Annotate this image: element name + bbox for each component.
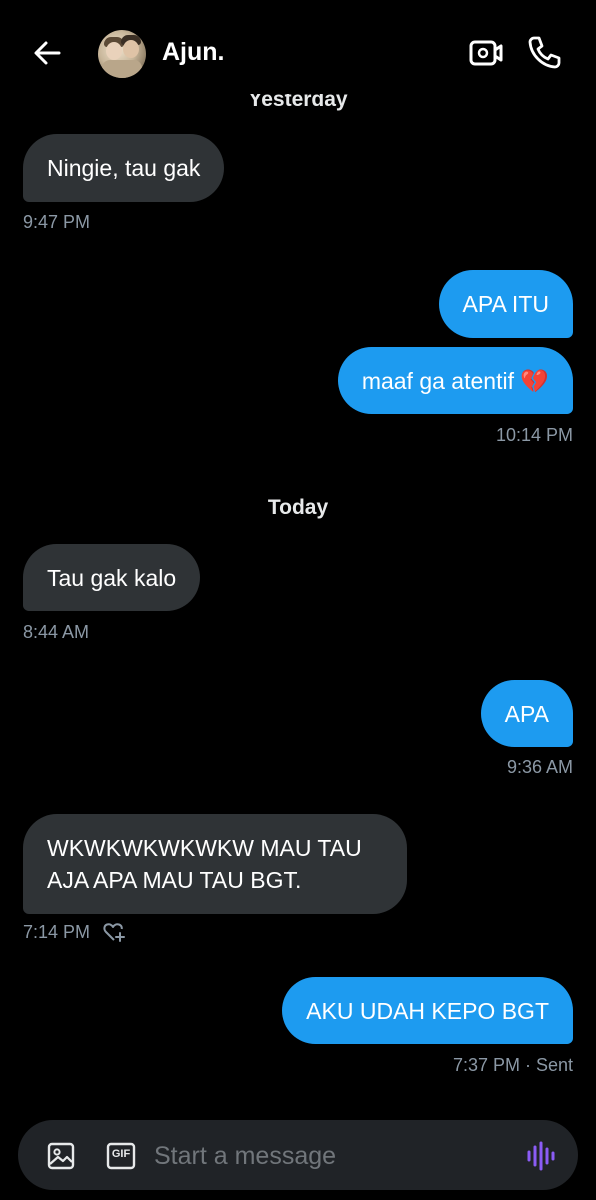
message-timestamp: 10:14 PM (495, 425, 573, 445)
received-message[interactable]: Ningie, tau gak (23, 134, 225, 202)
video-call-icon (469, 40, 503, 66)
message-input[interactable] (152, 1132, 516, 1180)
message-timestamp: 7:14 PM (23, 922, 91, 942)
back-button[interactable] (30, 36, 64, 70)
add-reaction-heart-icon (103, 923, 125, 942)
image-icon (47, 1142, 75, 1170)
gif-button[interactable]: GIF (106, 1142, 136, 1170)
arrow-left-icon (34, 41, 61, 65)
sent-message[interactable]: AKU UDAH KEPO BGT (282, 977, 573, 1044)
add-image-button[interactable] (46, 1141, 76, 1171)
add-reaction-button[interactable] (102, 920, 126, 944)
message-timestamp: 9:47 PM (23, 212, 91, 232)
sent-message[interactable]: maaf ga atentif 💔 (337, 347, 573, 414)
day-separator: Today (267, 496, 329, 519)
conversation-header: Ajun. (0, 0, 596, 106)
voice-call-button[interactable] (526, 34, 562, 70)
avatar[interactable] (98, 30, 146, 78)
message-timestamp: 9:36 AM (506, 757, 573, 777)
voice-message-button[interactable] (526, 1140, 556, 1172)
phone-icon (528, 36, 561, 69)
sent-message[interactable]: APA (480, 680, 573, 747)
message-timestamp: 8:44 AM (23, 622, 90, 642)
contact-name[interactable]: Ajun. (162, 38, 225, 67)
voice-waveform-icon (527, 1141, 555, 1171)
message-line: WKWKWKWKWKW MAU TAU (47, 835, 362, 861)
video-call-button[interactable] (468, 36, 504, 70)
sent-message[interactable]: APA ITU (438, 270, 573, 338)
message-line: AJA APA MAU TAU BGT. (47, 867, 302, 893)
received-message[interactable]: Tau gak kalo (23, 544, 201, 611)
message-composer: GIF (18, 1120, 578, 1190)
message-status: 7:37 PM · Sent (452, 1055, 573, 1075)
received-message[interactable]: WKWKWKWKWKW MAU TAU AJA APA MAU TAU BGT. (23, 814, 407, 914)
gif-label: GIF (111, 1148, 131, 1160)
